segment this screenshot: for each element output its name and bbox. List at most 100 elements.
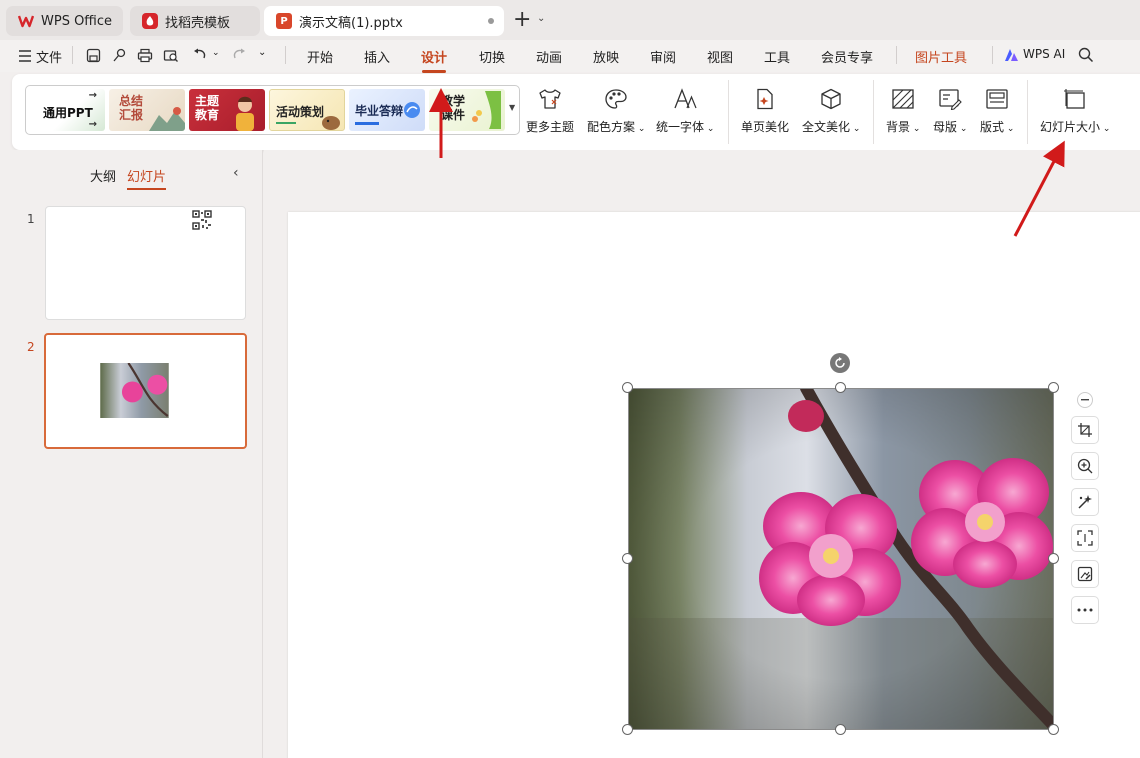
print-icon[interactable] [136,46,154,64]
slide-thumbnail-1[interactable] [45,206,246,320]
gallery-expand-icon[interactable]: ▼ [509,103,515,112]
zoom-in-icon[interactable] [1071,452,1099,480]
wps-ai-icon[interactable] [1002,46,1020,64]
save-icon[interactable] [84,46,102,64]
dropdown-chevron-icon: ⌄ [704,124,715,134]
qr-code-icon [192,210,212,230]
slide-number: 2 [27,340,35,354]
layout-button[interactable]: 版式 ⌄ [980,86,1014,135]
resize-handle-top[interactable] [835,382,846,393]
unify-font-button[interactable]: 统一字体 ⌄ [656,86,714,135]
image-edit-icon[interactable] [1071,560,1099,588]
button-label: 背景 [886,120,911,134]
button-label: 统一字体 [656,120,705,134]
theme-label: 活动策划 [276,105,325,119]
menu-transition[interactable]: 切换 [479,47,505,66]
decor-line [276,122,296,124]
hamburger-menu-icon[interactable] [16,47,34,65]
more-chevron-icon[interactable]: ⌄ [258,47,266,58]
crop-icon[interactable] [1071,416,1099,444]
color-scheme-button[interactable]: 配色方案 ⌄ [587,86,645,135]
redo-icon[interactable] [230,46,248,64]
theme-thumb-graduation[interactable]: 毕业答辩 [349,89,425,131]
resize-handle-bottom-left[interactable] [622,724,633,735]
blossom-thumbnail-image [100,363,169,418]
background-button[interactable]: 背景 ⌄ [886,86,920,135]
divider [72,46,73,64]
dropdown-chevron-icon: ⌄ [635,124,646,134]
button-label: 全文美化 [802,120,851,134]
button-label: 配色方案 [587,120,636,134]
resize-handle-bottom[interactable] [835,724,846,735]
slide-size-icon [1062,86,1088,112]
theme-thumb-general[interactable]: 通用PPT → → [29,89,105,131]
menu-file[interactable]: 文件 [36,47,62,66]
more-options-icon[interactable] [1071,596,1099,624]
more-themes-button[interactable]: 更多主题 [526,86,574,135]
divider [992,46,993,64]
menu-home[interactable]: 开始 [307,47,333,66]
selection-border [628,388,1054,730]
font-icon [672,86,698,112]
collapse-toolbar-minus-icon[interactable] [1077,392,1093,408]
undo-dropdown-chevron-icon[interactable]: ⌄ [212,48,220,58]
dropdown-chevron-icon: ⌄ [1004,124,1015,134]
ribbon-divider [728,80,729,144]
tab-presentation[interactable]: P 演示文稿(1).pptx [264,6,504,36]
ribbon-divider [873,80,874,144]
rotate-handle-icon[interactable] [830,353,850,373]
theme-label: 毕业答辩 [355,104,404,118]
resize-handle-top-left[interactable] [622,382,633,393]
resize-handle-top-right[interactable] [1048,382,1059,393]
menu-insert[interactable]: 插入 [364,47,390,66]
menu-wps-ai[interactable]: WPS AI [1023,47,1065,61]
menu-review[interactable]: 审阅 [650,47,676,66]
tab-list-chevron-icon[interactable]: ⌄ [537,13,545,24]
new-tab-plus-icon[interactable]: + [513,9,531,31]
tab-outline[interactable]: 大纲 [90,166,116,185]
beautify-page-button[interactable]: 单页美化 [741,86,789,135]
divider [896,46,897,64]
theme-thumb-summary[interactable]: 总结 汇报 [109,89,185,131]
collapse-panel-chevron-icon[interactable]: ‹ [233,165,239,181]
tab-label: WPS Office [41,13,113,29]
menu-member[interactable]: 会员专享 [821,47,873,66]
theme-thumb-education[interactable]: 主题 教育 [189,89,265,131]
resize-handle-left[interactable] [622,553,633,564]
layout-icon [984,86,1010,112]
unsaved-dot-icon [488,18,494,24]
menu-picture-tools[interactable]: 图片工具 [915,47,967,66]
cube-icon [818,86,844,112]
decor-line [355,122,379,125]
menu-tools[interactable]: 工具 [764,47,790,66]
beautify-all-button[interactable]: 全文美化 ⌄ [802,86,860,135]
tab-template[interactable]: 找稻壳模板 [130,6,260,36]
resize-handle-right[interactable] [1048,553,1059,564]
menu-slideshow[interactable]: 放映 [593,47,619,66]
button-label: 母版 [933,120,958,134]
theme-thumb-event[interactable]: 活动策划 [269,89,345,131]
master-button[interactable]: 母版 ⌄ [933,86,967,135]
dropdown-chevron-icon: ⌄ [1100,124,1111,134]
orb-decor-icon [404,102,420,118]
undo-icon[interactable] [190,46,208,64]
menu-view[interactable]: 视图 [707,47,733,66]
theme-label: 教学 课件 [441,94,466,122]
dropdown-chevron-icon: ⌄ [850,124,861,134]
menu-animation[interactable]: 动画 [536,47,562,66]
share-icon[interactable] [110,46,128,64]
theme-thumb-courseware[interactable]: 教学 课件 [429,89,505,131]
select-region-icon[interactable] [1071,524,1099,552]
magic-tools-icon[interactable] [1071,488,1099,516]
slide-size-button[interactable]: 幻灯片大小 ⌄ [1040,86,1110,135]
print-preview-icon[interactable] [162,46,180,64]
slide-thumbnail-2[interactable] [44,333,247,449]
resize-handle-bottom-right[interactable] [1048,724,1059,735]
tab-slides[interactable]: 幻灯片 [127,166,167,190]
ribbon-divider [1027,80,1028,144]
search-icon[interactable] [1077,46,1095,64]
tab-wps-office[interactable]: WPS Office [6,6,123,36]
palette-icon [603,86,629,112]
beautify-page-icon [752,86,778,112]
menu-design[interactable]: 设计 [421,47,447,73]
